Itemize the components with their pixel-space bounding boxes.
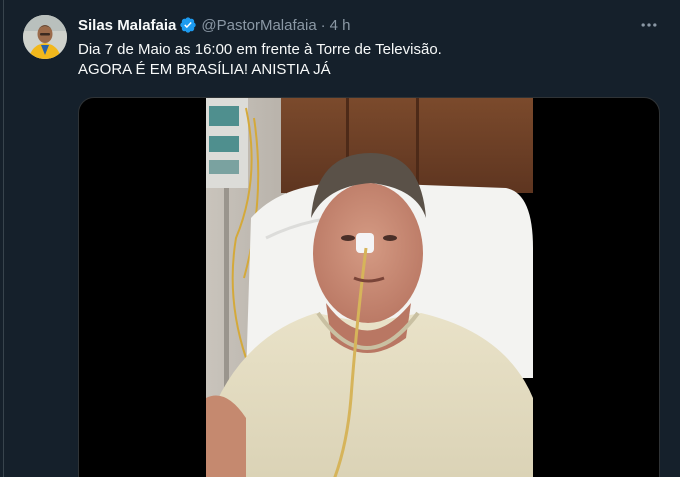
more-horizontal-icon xyxy=(641,23,657,27)
tweet-card[interactable]: Silas Malafaia @PastorMalafaia · 4 h Dia… xyxy=(0,0,680,477)
tweet-timestamp[interactable]: 4 h xyxy=(330,17,351,34)
video-frame xyxy=(206,98,533,477)
verified-badge-icon[interactable] xyxy=(179,16,197,34)
more-options-button[interactable] xyxy=(638,14,660,36)
author-display-name[interactable]: Silas Malafaia xyxy=(78,17,176,34)
tweet-text-line: AGORA É EM BRASÍLIA! ANISTIA JÁ xyxy=(78,61,331,78)
author-handle[interactable]: @PastorMalafaia xyxy=(201,17,316,34)
tweet-text: Dia 7 de Maio as 16:00 em frente à Torre… xyxy=(78,40,638,80)
avatar[interactable] xyxy=(23,15,67,59)
video-player[interactable] xyxy=(78,97,660,477)
tweet-header: Silas Malafaia @PastorMalafaia · 4 h xyxy=(78,14,351,36)
avatar-image xyxy=(23,15,67,59)
timeline-divider xyxy=(3,0,4,477)
video-still-image xyxy=(206,98,533,477)
separator-dot: · xyxy=(320,16,326,34)
tweet-text-line: Dia 7 de Maio as 16:00 em frente à Torre… xyxy=(78,41,442,58)
